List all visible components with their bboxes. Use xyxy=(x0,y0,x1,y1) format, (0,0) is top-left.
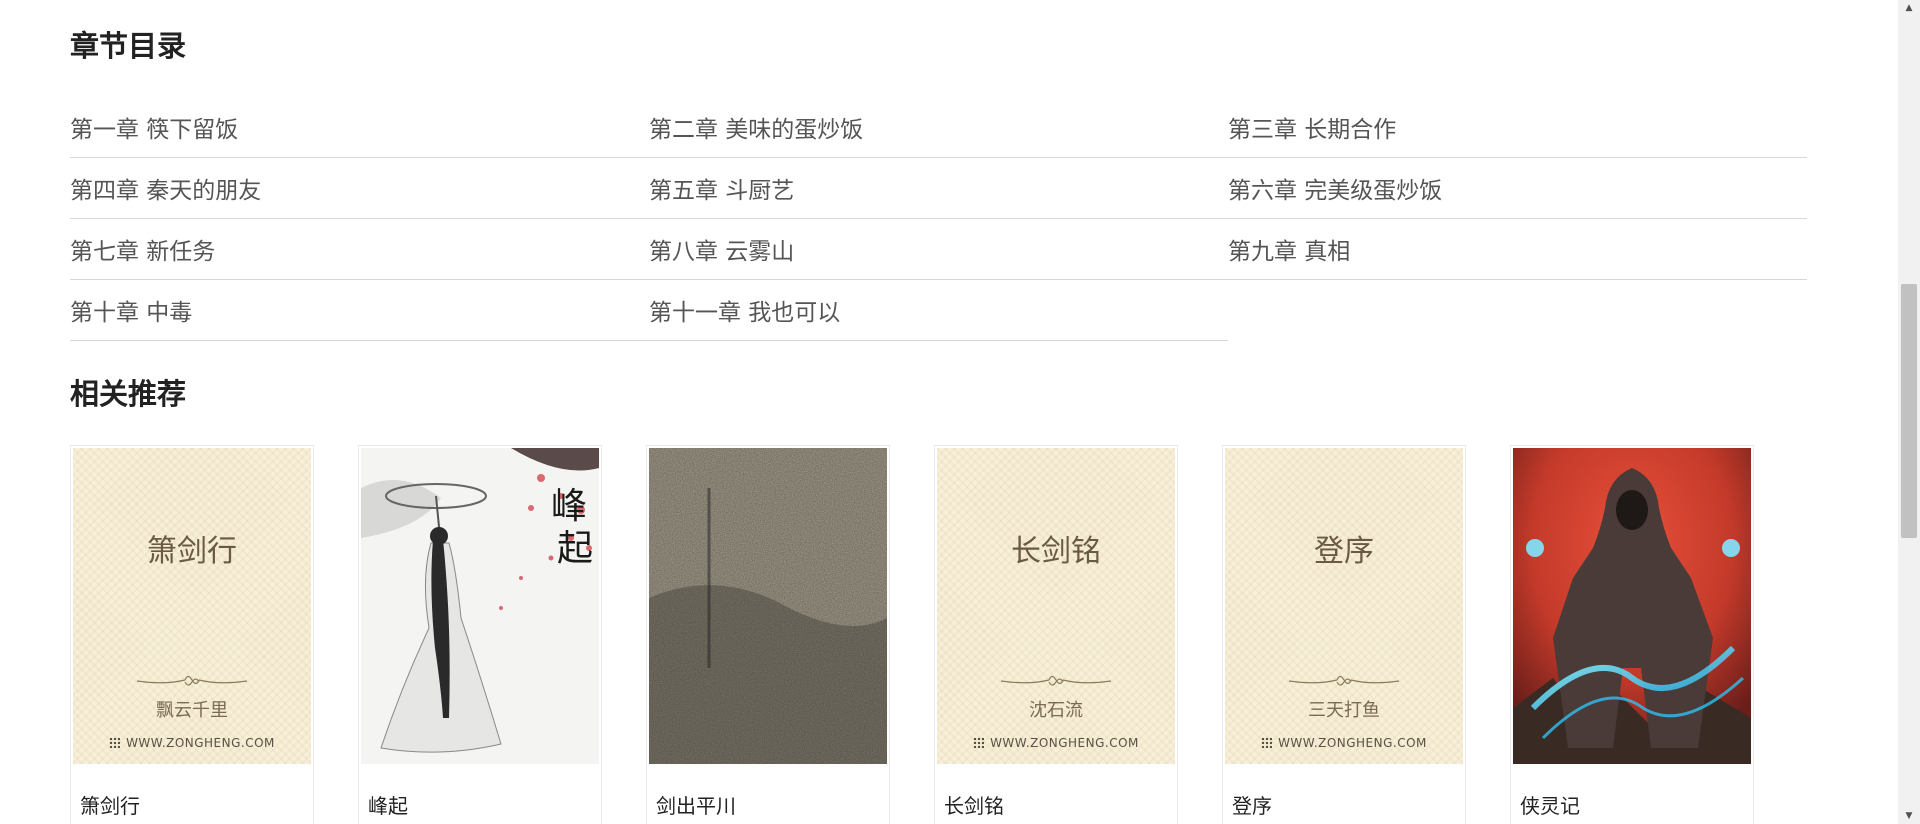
chapter-link[interactable]: 第六章 完美级蛋炒饭 xyxy=(1228,158,1807,219)
ornament-icon xyxy=(1000,675,1112,686)
chapter-row: 第一章 筷下留饭 第二章 美味的蛋炒饭 第三章 长期合作 xyxy=(70,97,1807,158)
cover-author: 沈石流 xyxy=(1029,700,1083,721)
recommend-list: 箫剑行 飘云千里 WWW.ZONGHENG.COM 箫剑行 ▬▬▬ ▬▬▬▬ ▬… xyxy=(70,445,1830,824)
book-cover[interactable] xyxy=(1513,448,1751,764)
book-card[interactable]: 长剑铭 沈石流 WWW.ZONGHENG.COM 长剑铭 ▬▬▬ ▬▬▬▬ ▬▬… xyxy=(934,445,1178,824)
chapter-row: 第十章 中毒 第十一章 我也可以 xyxy=(70,280,1807,341)
cover-site: WWW.ZONGHENG.COM xyxy=(73,736,311,750)
book-name[interactable]: 侠灵记 xyxy=(1520,790,1580,819)
book-card[interactable]: 峰 起 峰起 ▬▬▬ ▬▬▬▬ ▬▬▬▬ xyxy=(358,445,602,824)
related-recommend-title: 相关推荐 xyxy=(70,377,187,411)
cover-calligraphy: 峰 xyxy=(551,486,587,527)
chapter-link[interactable]: 第八章 云雾山 xyxy=(649,219,1228,280)
ink-painting-cover-image: 峰 起 xyxy=(361,448,599,764)
cover-site: WWW.ZONGHENG.COM xyxy=(1225,736,1463,750)
book-cover[interactable]: 长剑铭 沈石流 WWW.ZONGHENG.COM xyxy=(937,448,1175,764)
chapter-catalog-title: 章节目录 xyxy=(70,29,187,63)
chapter-link[interactable]: 第四章 秦天的朋友 xyxy=(70,158,649,219)
chapter-link[interactable]: 第二章 美味的蛋炒饭 xyxy=(649,97,1228,158)
chapter-row: 第四章 秦天的朋友 第五章 斗厨艺 第六章 完美级蛋炒饭 xyxy=(70,158,1807,219)
cover-title: 登序 xyxy=(1314,534,1374,569)
book-name[interactable]: 登序 xyxy=(1232,790,1272,819)
book-name[interactable]: 剑出平川 xyxy=(656,790,736,819)
cover-author: 飘云千里 xyxy=(156,700,228,721)
book-card[interactable]: 箫剑行 飘云千里 WWW.ZONGHENG.COM 箫剑行 ▬▬▬ ▬▬▬▬ ▬… xyxy=(70,445,314,824)
book-cover[interactable] xyxy=(649,448,887,764)
chapter-link[interactable]: 第十章 中毒 xyxy=(70,280,649,341)
book-desc: ▬▬▬ ▬▬▬▬ ▬▬▬▬ xyxy=(80,818,300,824)
cover-title: 长剑铭 xyxy=(1011,534,1101,569)
chapter-list: 第一章 筷下留饭 第二章 美味的蛋炒饭 第三章 长期合作 第四章 秦天的朋友 第… xyxy=(70,97,1807,341)
book-desc: ▬▬▬ ▬▬▬▬ ▬▬▬▬ xyxy=(1520,818,1740,824)
cover-site: WWW.ZONGHENG.COM xyxy=(937,736,1175,750)
ornament-icon xyxy=(1288,675,1400,686)
book-cover[interactable]: 登序 三天打鱼 WWW.ZONGHENG.COM xyxy=(1225,448,1463,764)
scrollbar-thumb[interactable] xyxy=(1901,284,1917,538)
book-cover[interactable]: 峰 起 xyxy=(361,448,599,764)
book-card[interactable]: 剑出平川 ▬▬▬ ▬▬▬▬ ▬▬▬▬ xyxy=(646,445,890,824)
grid-icon xyxy=(973,737,985,748)
book-desc: ▬▬▬ ▬▬▬▬ ▬▬▬▬ xyxy=(368,818,588,824)
book-desc: ▬▬▬ ▬▬▬▬ ▬▬▬▬ xyxy=(944,818,1164,824)
chapter-link[interactable]: 第五章 斗厨艺 xyxy=(649,158,1228,219)
chapter-row: 第七章 新任务 第八章 云雾山 第九章 真相 xyxy=(70,219,1807,280)
grid-icon xyxy=(109,737,121,748)
book-desc: ▬▬▬ ▬▬▬▬ ▬▬▬▬ xyxy=(1232,818,1452,824)
book-card[interactable]: 侠灵记 ▬▬▬ ▬▬▬▬ ▬▬▬▬ xyxy=(1510,445,1754,824)
chapter-link[interactable]: 第三章 长期合作 xyxy=(1228,97,1807,158)
page: 章节目录 第一章 筷下留饭 第二章 美味的蛋炒饭 第三章 长期合作 第四章 秦天… xyxy=(0,0,1898,824)
book-cover[interactable]: 箫剑行 飘云千里 WWW.ZONGHENG.COM xyxy=(73,448,311,764)
noise-cover-image xyxy=(649,448,887,764)
chapter-link[interactable]: 第一章 筷下留饭 xyxy=(70,97,649,158)
book-name[interactable]: 长剑铭 xyxy=(944,790,1004,819)
triangle-up-icon[interactable]: ▲ xyxy=(1898,0,1920,16)
chapter-link[interactable]: 第七章 新任务 xyxy=(70,219,649,280)
vertical-scrollbar[interactable]: ▲ ▼ xyxy=(1898,0,1920,824)
book-name[interactable]: 箫剑行 xyxy=(80,790,140,819)
hero-cover-image xyxy=(1513,448,1751,764)
ornament-icon xyxy=(136,675,248,686)
chapter-link[interactable]: 第十一章 我也可以 xyxy=(649,280,1228,341)
cover-title: 箫剑行 xyxy=(147,534,237,569)
grid-icon xyxy=(1261,737,1273,748)
cover-author: 三天打鱼 xyxy=(1308,700,1380,721)
chapter-link[interactable]: 第九章 真相 xyxy=(1228,219,1807,280)
chapter-empty-cell xyxy=(1228,280,1807,340)
book-desc: ▬▬▬ ▬▬▬▬ ▬▬▬▬ xyxy=(656,818,876,824)
book-card[interactable]: 登序 三天打鱼 WWW.ZONGHENG.COM 登序 ▬▬▬ ▬▬▬▬ ▬▬▬… xyxy=(1222,445,1466,824)
triangle-down-icon[interactable]: ▼ xyxy=(1898,808,1920,824)
svg-text:起: 起 xyxy=(557,528,593,569)
book-name[interactable]: 峰起 xyxy=(368,790,408,819)
